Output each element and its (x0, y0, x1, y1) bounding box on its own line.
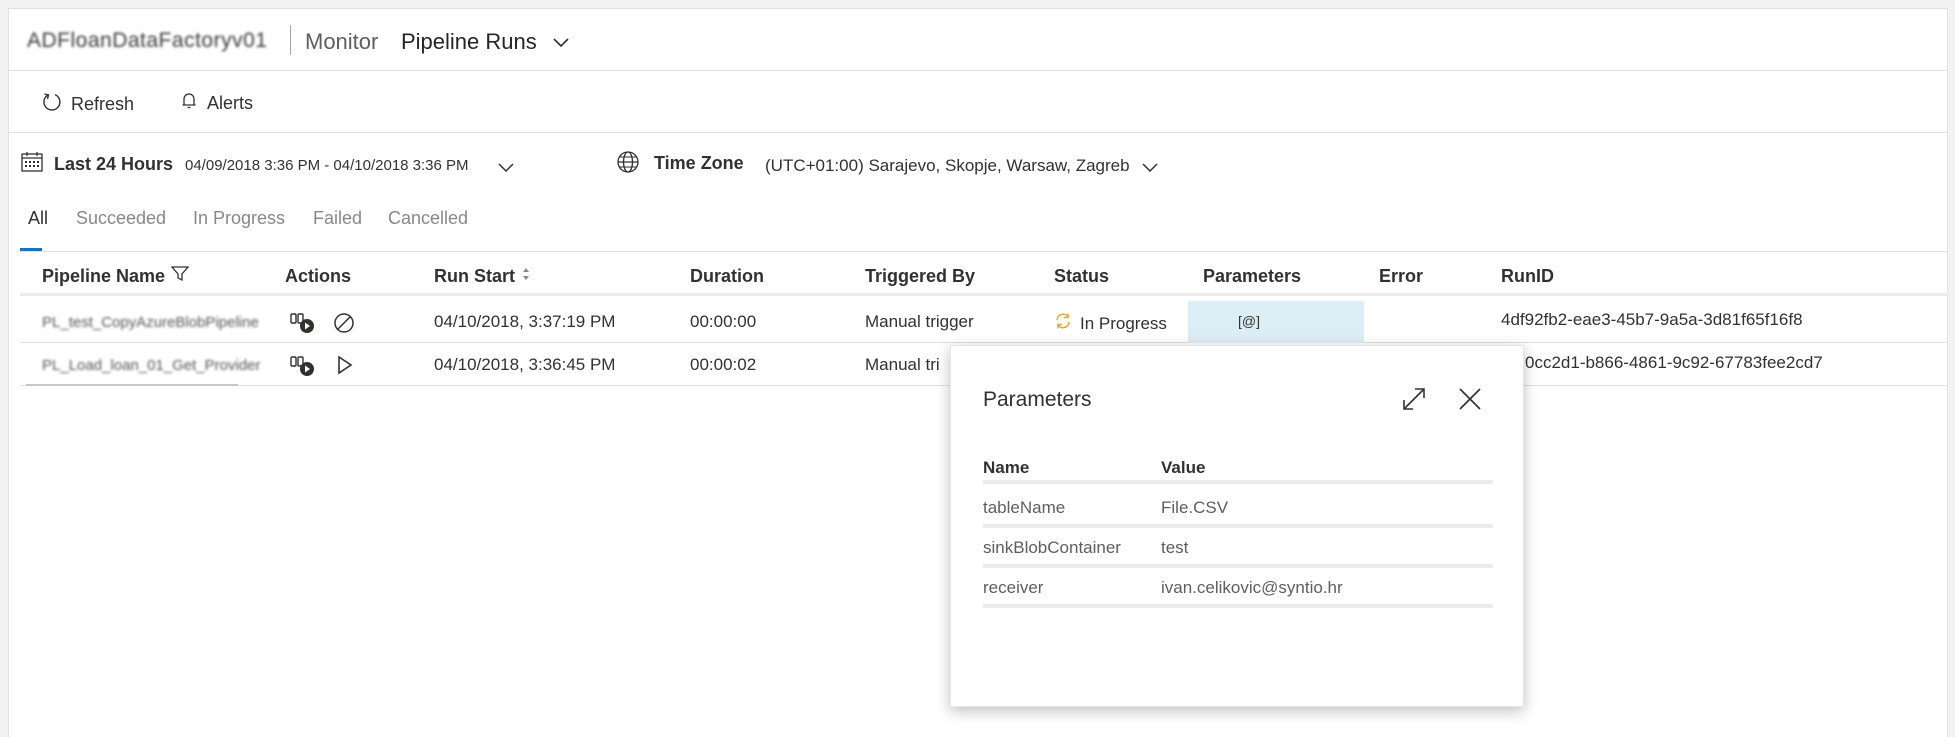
parameters-cell[interactable]: [@] (1188, 301, 1364, 343)
timezone-select[interactable]: (UTC+01:00) Sarajevo, Skopje, Warsaw, Za… (765, 156, 1130, 176)
date-range-label[interactable]: Last 24 Hours (54, 154, 173, 175)
parameters-table-header: Name Value (983, 454, 1493, 484)
parameter-row: receiver ivan.celikovic@syntio.hr (983, 568, 1493, 608)
tab-succeeded[interactable]: Succeeded (76, 208, 166, 229)
globe-icon (616, 150, 640, 179)
parameter-value: ivan.celikovic@syntio.hr (1161, 578, 1343, 597)
header-divider (290, 25, 291, 55)
pipeline-name[interactable]: PL_Load_loan_01_Get_Provider (42, 357, 261, 374)
run-start: 04/10/2018, 3:36:45 PM (434, 355, 616, 374)
parameter-value: File.CSV (1161, 498, 1229, 517)
col-parameters: Parameters (1203, 266, 1301, 287)
col-value: Value (1161, 458, 1206, 477)
table-row[interactable]: PL_test_CopyAzureBlobPipeline 04/10/2018… (20, 301, 1948, 343)
col-error: Error (1379, 266, 1423, 287)
refresh-icon (41, 91, 63, 118)
col-actions-label: Actions (285, 266, 352, 286)
factory-name: ADFloanDataFactoryv01 (27, 29, 268, 52)
run-id: 0cc2d1-b866-4861-9c92-67783fee2cd7 (1525, 353, 1823, 372)
panel-title: Parameters (983, 388, 1092, 411)
refresh-label: Refresh (71, 94, 135, 114)
col-run-start[interactable]: Run Start (434, 266, 531, 287)
view-selector[interactable]: Pipeline Runs (401, 29, 537, 55)
chevron-down-icon[interactable] (553, 35, 569, 53)
parameter-row: tableName File.CSV (983, 488, 1493, 528)
parameters-link[interactable]: [@] (1238, 313, 1260, 329)
pipeline-name[interactable]: PL_test_CopyAzureBlobPipeline (42, 314, 259, 331)
play-icon[interactable] (336, 355, 354, 380)
header-section: Monitor (305, 29, 379, 54)
header: ADFloanDataFactoryv01 Monitor Pipeline R… (9, 9, 1947, 71)
tab-all[interactable]: All (28, 208, 48, 229)
col-status: Status (1054, 266, 1109, 287)
col-pipeline-name-label: Pipeline Name (42, 266, 166, 286)
tab-in-progress[interactable]: In Progress (193, 208, 285, 229)
run-start: 04/10/2018, 3:37:19 PM (434, 312, 616, 331)
run-id: 4df92fb2-eae3-45b7-9a5a-3d81f65f16f8 (1501, 310, 1803, 329)
alerts-button[interactable]: Alerts (179, 91, 253, 116)
cancel-run-icon[interactable] (333, 312, 355, 339)
col-triggered-by-label: Triggered By (865, 266, 976, 286)
expand-icon[interactable] (1401, 386, 1427, 417)
timezone-label: Time Zone (654, 153, 744, 173)
col-run-id: RunID (1501, 266, 1554, 287)
alerts-label: Alerts (207, 93, 254, 113)
refresh-button[interactable]: Refresh (41, 91, 134, 118)
triggered-by: Manual tri (865, 355, 940, 374)
col-duration-label: Duration (690, 266, 764, 286)
close-icon[interactable] (1457, 386, 1483, 417)
triggered-by: Manual trigger (865, 312, 974, 331)
col-run-id-label: RunID (1501, 266, 1554, 286)
chevron-down-icon[interactable] (1142, 160, 1158, 178)
col-name: Name (983, 458, 1030, 477)
col-actions: Actions (285, 266, 351, 287)
rerun-icon[interactable] (290, 312, 316, 339)
col-duration: Duration (690, 266, 764, 287)
filter-icon[interactable] (170, 266, 190, 287)
parameter-value: test (1161, 538, 1189, 557)
bell-icon (179, 91, 199, 116)
row-divider (26, 384, 238, 386)
sort-icon[interactable] (521, 266, 531, 287)
calendar-icon[interactable] (20, 151, 44, 178)
col-status-label: Status (1054, 266, 1110, 286)
chevron-down-icon[interactable] (498, 160, 514, 178)
in-progress-icon (1054, 312, 1072, 335)
parameter-name: receiver (983, 578, 1044, 597)
status-text: In Progress (1080, 313, 1167, 333)
parameter-name: tableName (983, 498, 1066, 517)
col-pipeline-name[interactable]: Pipeline Name (42, 266, 190, 287)
col-parameters-label: Parameters (1203, 266, 1302, 286)
date-range-value[interactable]: 04/09/2018 3:36 PM - 04/10/2018 3:36 PM (185, 157, 469, 174)
tab-failed[interactable]: Failed (313, 208, 362, 229)
parameter-name: sinkBlobContainer (983, 538, 1121, 557)
col-error-label: Error (1379, 266, 1424, 286)
col-run-start-label: Run Start (434, 266, 515, 286)
parameter-row: sinkBlobContainer test (983, 528, 1493, 568)
duration: 00:00:00 (690, 312, 757, 331)
status-cell: In Progress (1054, 312, 1167, 335)
duration: 00:00:02 (690, 355, 757, 374)
toolbar: Refresh Alerts (9, 71, 1947, 133)
parameters-panel: Parameters Name Value tableName File.CSV… (950, 345, 1524, 707)
col-triggered-by: Triggered By (865, 266, 975, 287)
rerun-icon[interactable] (290, 355, 316, 382)
tab-cancelled[interactable]: Cancelled (388, 208, 468, 229)
table-header: Pipeline Name Actions Run Start Duration… (20, 251, 1948, 296)
